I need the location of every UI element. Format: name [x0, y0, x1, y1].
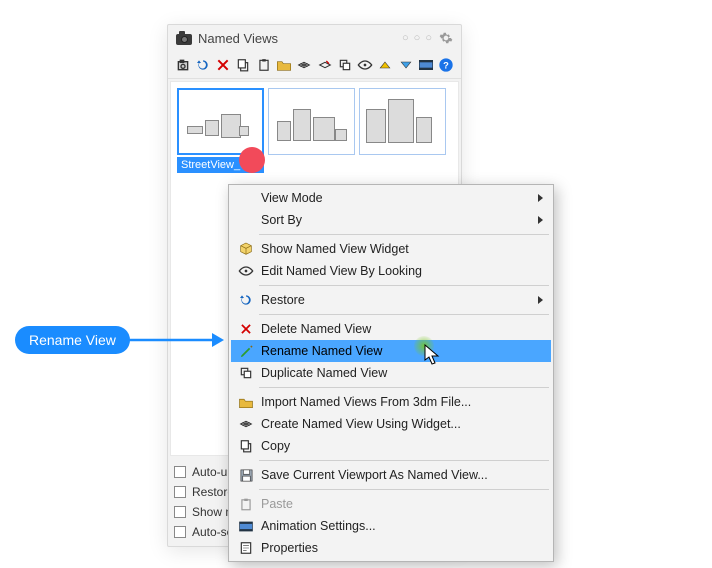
menu-item-edit-named-view-by-looking[interactable]: Edit Named View By Looking: [231, 260, 551, 282]
menu-item-save-current-viewport-as-named-view[interactable]: Save Current Viewport As Named View...: [231, 464, 551, 486]
menu-item-label: Rename Named View: [261, 344, 533, 358]
menu-item-label: Show Named View Widget: [261, 242, 533, 256]
restore-button[interactable]: [194, 55, 211, 75]
menu-item-view-mode[interactable]: View Mode: [231, 187, 551, 209]
camera-icon: [176, 31, 192, 45]
menu-item-copy[interactable]: Copy: [231, 435, 551, 457]
copy-icon: [235, 439, 257, 453]
paste-button[interactable]: [255, 55, 272, 75]
panel-toolbar: ?: [168, 51, 461, 79]
panel-titlebar[interactable]: Named Views ○ ○ ○: [168, 25, 461, 51]
menu-item-restore[interactable]: Restore: [231, 289, 551, 311]
menu-item-create-named-view-using-widget[interactable]: Create Named View Using Widget...: [231, 413, 551, 435]
menu-item-label: Copy: [261, 439, 533, 453]
menu-item-properties[interactable]: Properties: [231, 537, 551, 559]
arrow-icon: [128, 328, 224, 352]
widget-add-button[interactable]: [296, 55, 313, 75]
menu-item-label: Edit Named View By Looking: [261, 264, 533, 278]
submenu-arrow-icon: [538, 194, 543, 202]
submenu-arrow-icon: [538, 296, 543, 304]
film-button[interactable]: [417, 55, 434, 75]
pencil-icon: [235, 344, 257, 359]
context-menu: View Mode Sort By Show Named View Widget Ed…: [228, 184, 554, 562]
help-button[interactable]: ?: [438, 55, 455, 75]
drag-dots-icon[interactable]: ○ ○ ○: [402, 32, 433, 44]
eye-icon: [235, 265, 257, 277]
menu-item-duplicate-named-view[interactable]: Duplicate Named View: [231, 362, 551, 384]
save-icon: [235, 468, 257, 483]
callout: Rename View: [15, 326, 224, 354]
menu-item-label: Create Named View Using Widget...: [261, 417, 533, 431]
menu-item-animation-settings[interactable]: Animation Settings...: [231, 515, 551, 537]
duplicate-button[interactable]: [336, 55, 353, 75]
callout-label: Rename View: [15, 326, 130, 354]
menu-item-label: Import Named Views From 3dm File...: [261, 395, 533, 409]
gear-icon[interactable]: [439, 31, 453, 45]
view-thumb-3[interactable]: [359, 88, 446, 155]
restore-icon: [235, 292, 257, 308]
menu-item-show-named-view-widget[interactable]: Show Named View Widget: [231, 238, 551, 260]
up-button[interactable]: [377, 55, 394, 75]
checkbox-icon[interactable]: [174, 486, 186, 498]
menu-item-delete-named-view[interactable]: Delete Named View: [231, 318, 551, 340]
cube-icon: [235, 241, 257, 257]
menu-item-label: Save Current Viewport As Named View...: [261, 468, 533, 482]
delete-icon: [235, 322, 257, 336]
menu-item-paste: Paste: [231, 493, 551, 515]
save-view-button[interactable]: [174, 55, 191, 75]
paste-icon: [235, 497, 257, 512]
film-icon: [235, 520, 257, 533]
widget-edit-button[interactable]: [316, 55, 333, 75]
open-button[interactable]: [275, 55, 292, 75]
copy-button[interactable]: [235, 55, 252, 75]
checkbox-icon[interactable]: [174, 466, 186, 478]
checkbox-icon[interactable]: [174, 506, 186, 518]
visibility-button[interactable]: [357, 55, 374, 75]
menu-item-sort-by[interactable]: Sort By: [231, 209, 551, 231]
submenu-arrow-icon: [538, 216, 543, 224]
down-button[interactable]: [397, 55, 414, 75]
checkbox-icon[interactable]: [174, 526, 186, 538]
menu-item-import-named-views-from-3dm-file[interactable]: Import Named Views From 3dm File...: [231, 391, 551, 413]
delete-button[interactable]: [215, 55, 232, 75]
view-thumb-2[interactable]: [268, 88, 355, 155]
menu-item-label: Duplicate Named View: [261, 366, 533, 380]
menu-item-label: Properties: [261, 541, 533, 555]
duplicate-icon: [235, 366, 257, 380]
menu-item-label: Animation Settings...: [261, 519, 533, 533]
menu-item-rename-named-view[interactable]: Rename Named View: [231, 340, 551, 362]
panel-title-text: Named Views: [198, 31, 278, 46]
menu-item-label: Delete Named View: [261, 322, 533, 336]
props-icon: [235, 541, 257, 555]
menu-item-label: View Mode: [261, 191, 533, 205]
svg-text:?: ?: [443, 60, 449, 70]
open-icon: [235, 396, 257, 409]
widget-add-icon: [235, 416, 257, 432]
menu-item-label: Sort By: [261, 213, 533, 227]
menu-item-label: Restore: [261, 293, 533, 307]
menu-item-label: Paste: [261, 497, 533, 511]
selection-marker-icon: [239, 147, 265, 173]
